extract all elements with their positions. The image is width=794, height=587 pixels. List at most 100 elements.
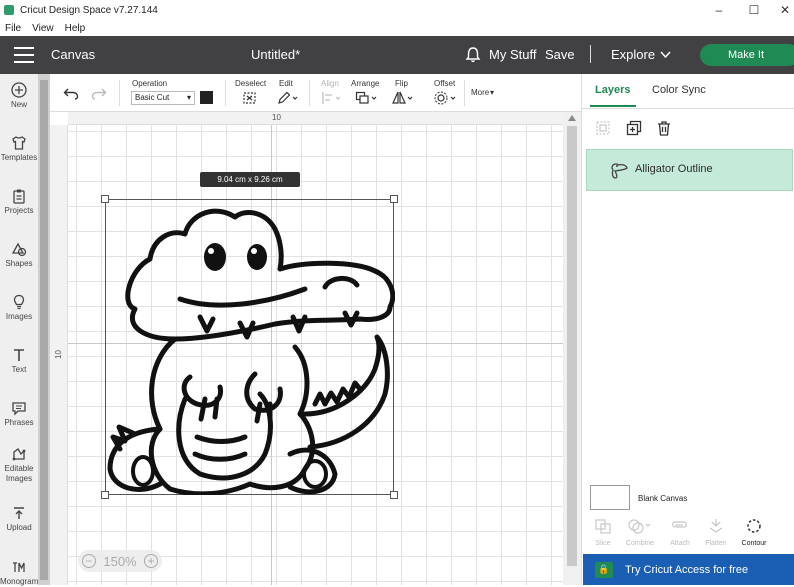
shapes-icon	[11, 242, 27, 257]
canvas-scrollbar-thumb[interactable]	[567, 126, 577, 566]
tool-upload[interactable]: Upload	[0, 505, 38, 533]
slice-button: Slice	[583, 518, 623, 547]
close-button[interactable]: ✕	[766, 0, 794, 20]
paperclip-icon	[672, 521, 687, 528]
editable-images-icon	[12, 448, 26, 461]
layer-item[interactable]: Alligator Outline	[586, 149, 793, 191]
offset-label: Offset	[434, 79, 456, 88]
clipboard-icon	[13, 189, 25, 204]
tool-monogram[interactable]: Monogram	[0, 559, 38, 587]
combine-label: Combine	[625, 540, 654, 547]
flip-icon[interactable]	[391, 91, 415, 105]
tool-projects[interactable]: Projects	[0, 188, 38, 216]
menu-help[interactable]: Help	[65, 23, 86, 34]
tool-label: Phrases	[4, 418, 34, 427]
menu-bar: File View Help	[0, 20, 794, 36]
design-canvas[interactable]: 10 10 9.04 cm x 9.26 cm − 150% +	[50, 112, 581, 585]
operation-label: Operation	[132, 79, 168, 88]
tool-text[interactable]: Text	[0, 347, 38, 375]
alligator-outline-image[interactable]	[105, 199, 395, 495]
tool-editable-images[interactable]: Editable Images	[0, 446, 38, 484]
combine-button: Combine	[620, 518, 660, 547]
left-scrollbar-thumb[interactable]	[40, 80, 48, 580]
redo-icon[interactable]	[91, 87, 107, 100]
attach-button: Attach	[660, 518, 700, 547]
align-icon	[322, 92, 341, 104]
tool-label: Upload	[6, 523, 32, 532]
more-menu[interactable]: More	[471, 88, 489, 97]
caret-down-icon[interactable]: ▾	[490, 88, 494, 97]
zoom-out-button[interactable]: −	[81, 554, 96, 568]
slice-icon	[595, 519, 611, 534]
arrange-icon[interactable]	[355, 91, 379, 105]
dimension-tag: 9.04 cm x 9.26 cm	[200, 172, 300, 187]
flatten-label: Flatten	[705, 540, 727, 547]
zoom-in-button[interactable]: +	[144, 554, 159, 568]
blank-canvas-swatch[interactable]	[590, 485, 630, 510]
speech-bubble-icon	[12, 402, 26, 416]
operation-select[interactable]: Basic Cut	[131, 91, 195, 105]
contour-button[interactable]: Contour	[734, 518, 774, 547]
duplicate-icon[interactable]	[626, 120, 642, 136]
tab-layers[interactable]: Layers	[595, 84, 630, 96]
flip-label: Flip	[395, 79, 408, 88]
scroll-up-arrow-icon[interactable]	[568, 115, 576, 121]
tool-label: Projects	[4, 206, 34, 215]
tool-phrases[interactable]: Phrases	[0, 400, 38, 428]
edit-label: Edit	[279, 79, 293, 88]
ruler-top-label: 10	[272, 113, 281, 122]
layers-panel: Layers Color Sync Alligator Outline Blan…	[581, 74, 794, 585]
zoom-control: − 150% +	[78, 550, 162, 572]
arrange-label: Arrange	[351, 79, 380, 88]
left-scrollbar[interactable]	[38, 74, 50, 585]
lock-icon: 🔒	[595, 561, 613, 578]
contour-label: Contour	[741, 540, 767, 547]
tool-templates[interactable]: Templates	[0, 135, 38, 163]
cricut-access-banner[interactable]: 🔒 Try Cricut Access for free	[583, 554, 794, 585]
layer-name: Alligator Outline	[635, 163, 713, 175]
app-header: Canvas Untitled* My Stuff Save Explore	[0, 36, 794, 74]
tool-images[interactable]: Images	[0, 294, 38, 322]
plus-circle-icon	[11, 82, 27, 98]
tool-label: Templates	[0, 153, 38, 162]
toolbar-divider	[464, 80, 465, 106]
flatten-button: Flatten	[696, 518, 736, 547]
my-stuff-link[interactable]: My Stuff	[489, 47, 536, 62]
tool-label: Images	[5, 312, 33, 321]
tool-shapes[interactable]: Shapes	[0, 241, 38, 269]
document-title: Untitled*	[251, 47, 301, 62]
deselect-icon[interactable]	[242, 91, 257, 105]
make-it-button[interactable]: Make It	[700, 44, 794, 66]
slice-label: Slice	[595, 540, 611, 547]
upload-icon	[14, 507, 24, 519]
offset-icon[interactable]	[433, 91, 459, 105]
save-button[interactable]: Save	[545, 47, 575, 62]
minimize-button[interactable]: –	[700, 0, 738, 20]
ruler-top: 10	[68, 112, 563, 125]
window-title: Cricut Design Space v7.27.144	[20, 4, 158, 16]
hamburger-menu-icon[interactable]	[14, 47, 34, 63]
chevron-down-icon[interactable]	[660, 51, 671, 59]
trash-icon[interactable]	[656, 120, 672, 136]
tool-new[interactable]: New	[0, 82, 38, 110]
canvas-vertical-scrollbar[interactable]	[563, 112, 581, 585]
tool-label: Shapes	[5, 259, 33, 268]
menu-file[interactable]: File	[5, 23, 21, 34]
layer-actions: Slice Combine Attach Flatten Contour	[582, 518, 794, 554]
ruler-left: 10	[50, 125, 68, 585]
toolbar-divider	[119, 80, 120, 106]
tool-label: New	[10, 100, 27, 109]
toolbar-divider	[225, 80, 226, 106]
group-icon	[596, 121, 610, 135]
tool-label: Text	[11, 365, 27, 374]
undo-icon[interactable]	[63, 87, 79, 100]
edit-toolbar: Operation Basic Cut Deselect Edit Align …	[50, 74, 581, 112]
left-toolbar: New Templates Projects Shapes Images Tex…	[0, 74, 38, 587]
window-titlebar: Cricut Design Space v7.27.144	[0, 0, 794, 20]
tab-color-sync[interactable]: Color Sync	[652, 84, 706, 96]
pencil-icon[interactable]	[277, 91, 299, 105]
explore-menu[interactable]: Explore	[611, 47, 655, 62]
menu-view[interactable]: View	[32, 23, 54, 34]
operation-color-swatch[interactable]	[200, 91, 213, 104]
bell-icon[interactable]	[465, 46, 481, 63]
